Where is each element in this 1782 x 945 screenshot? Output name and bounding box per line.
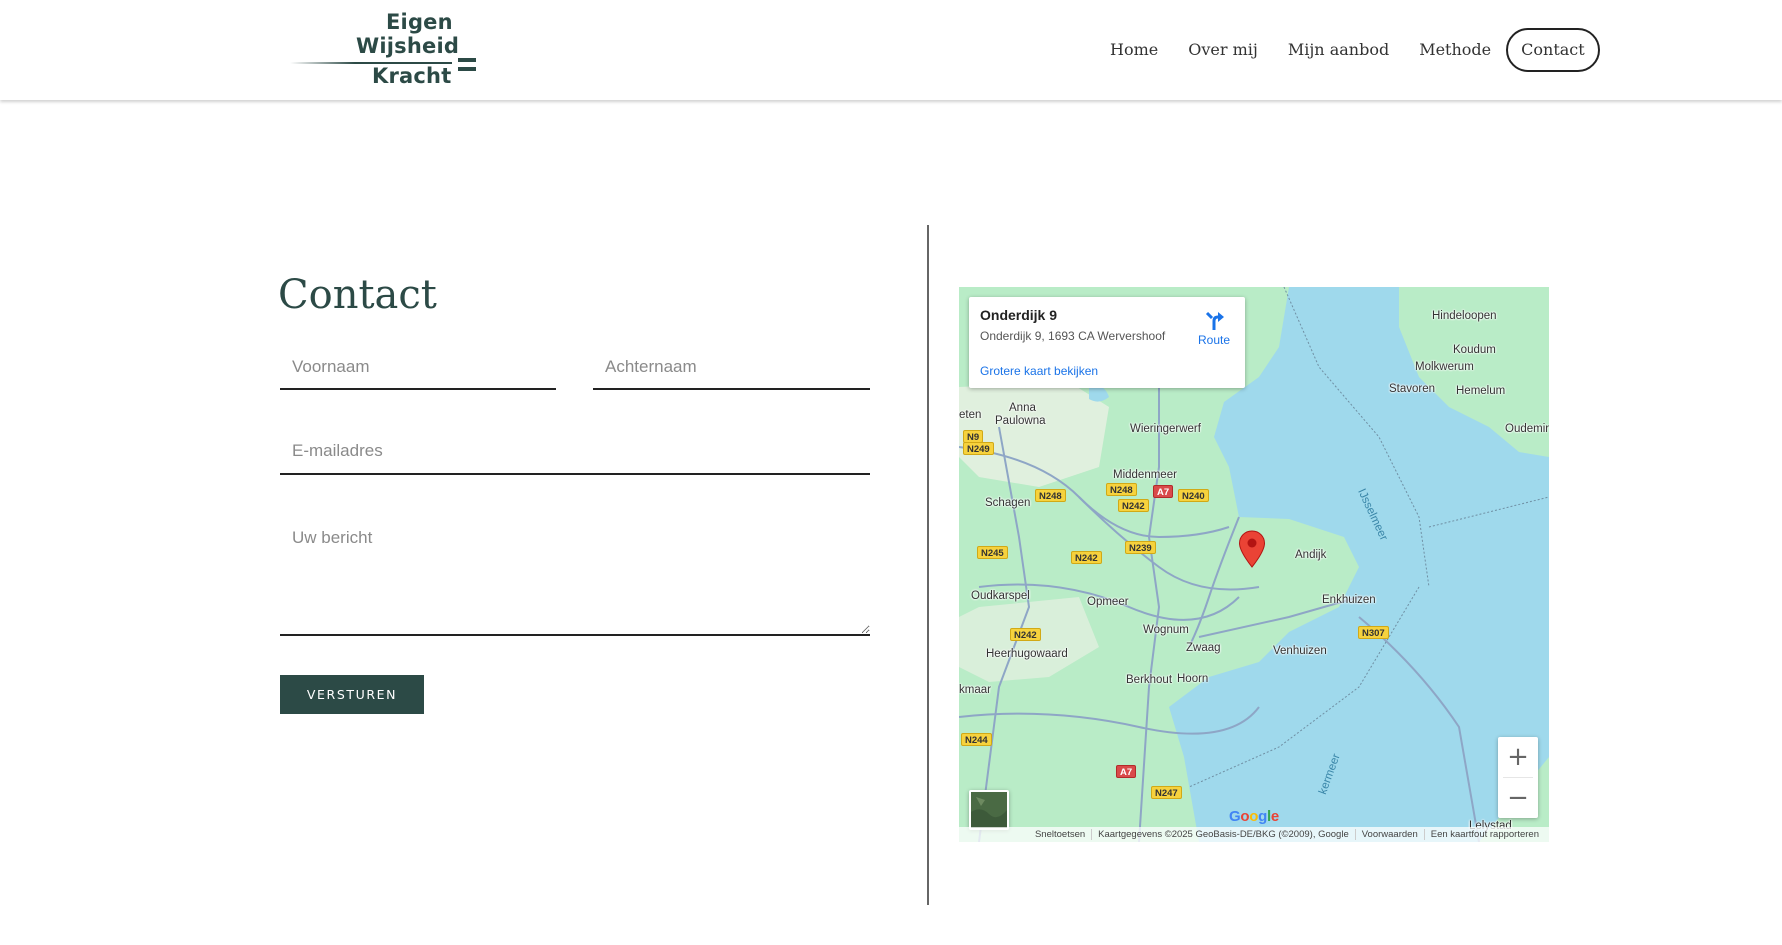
place-label: Opmeer	[1087, 596, 1129, 608]
road-shield: N307	[1358, 626, 1389, 639]
nav-contact[interactable]: Contact	[1506, 28, 1600, 72]
road-shield: N244	[961, 733, 992, 746]
road-shield: N242	[1010, 628, 1041, 641]
report-error-link[interactable]: Een kaartfout rapporteren	[1423, 829, 1545, 840]
logo-text-eigen: Eigen	[386, 10, 453, 34]
road-shield: N242	[1071, 551, 1102, 564]
submit-button[interactable]: VERSTUREN	[280, 675, 424, 714]
place-label: Hemelum	[1456, 385, 1506, 397]
nav-home[interactable]: Home	[1095, 28, 1173, 72]
place-label: kmaar	[959, 684, 991, 696]
place-label: Andijk	[1295, 549, 1327, 561]
terms-link[interactable]: Voorwaarden	[1354, 829, 1424, 840]
place-label: Oudemir	[1505, 423, 1549, 435]
place-label: Venhuizen	[1273, 645, 1327, 657]
place-label: Wognum	[1143, 624, 1189, 636]
keyboard-shortcuts-link[interactable]: Sneltoetsen	[1029, 829, 1091, 840]
place-label: Oudkarspel	[971, 590, 1030, 602]
nav-methode[interactable]: Methode	[1404, 28, 1506, 72]
logo-equals-icon	[458, 58, 476, 72]
google-map[interactable]: Hindeloopen Koudum Molkwerum Stavoren He…	[959, 287, 1549, 842]
map-attribution-bar: Sneltoetsen Kaartgegevens ©2025 GeoBasis…	[959, 827, 1549, 842]
road-shield: N248	[1106, 483, 1137, 496]
zoom-control: + −	[1498, 737, 1538, 818]
place-label: Koudum	[1453, 344, 1496, 356]
road-shield: N249	[963, 442, 994, 455]
google-logo: Google	[1229, 808, 1279, 825]
road-shield: N239	[1125, 541, 1156, 554]
map-data-credit: Kaartgegevens ©2025 GeoBasis-DE/BKG (©20…	[1091, 829, 1355, 840]
place-label: Heerhugowaard	[986, 648, 1068, 660]
place-label: Berkhout	[1126, 674, 1173, 686]
route-button[interactable]: Route	[1191, 309, 1237, 347]
logo-text-kracht: Kracht	[372, 64, 452, 88]
place-label: Wieringerwerf	[1130, 423, 1201, 435]
road-shield: A7	[1153, 485, 1174, 498]
place-label: Stavoren	[1389, 383, 1436, 395]
road-shield: N242	[1118, 499, 1149, 512]
route-label: Route	[1197, 333, 1231, 347]
email-field[interactable]	[280, 429, 870, 475]
place-label: Schagen	[985, 497, 1031, 509]
larger-map-link[interactable]: Grotere kaart bekijken	[980, 364, 1098, 378]
road-shield: N247	[1151, 786, 1182, 799]
main-nav: Home Over mij Mijn aanbod Methode Contac…	[1095, 28, 1600, 72]
place-label: Zwaag	[1186, 642, 1221, 654]
site-logo[interactable]: Eigen Wijsheid Kracht	[290, 10, 480, 90]
logo-text-wijsheid: Wijsheid	[356, 34, 460, 58]
directions-icon	[1205, 311, 1224, 330]
road-shield: N240	[1178, 489, 1209, 502]
location-pin-icon[interactable]	[1238, 530, 1266, 568]
site-header: Eigen Wijsheid Kracht Home Over mij Mijn…	[0, 0, 1782, 100]
satellite-thumbnail-icon	[971, 792, 1007, 828]
first-name-field[interactable]	[280, 345, 556, 390]
zoom-in-button[interactable]: +	[1498, 737, 1538, 777]
message-field[interactable]	[280, 516, 870, 636]
satellite-layer-toggle[interactable]	[969, 790, 1009, 830]
road-shield: A7	[1116, 765, 1137, 778]
contact-title: Contact	[278, 272, 437, 318]
place-label: Paulowna	[995, 415, 1046, 427]
map-info-card: Onderdijk 9 Onderdijk 9, 1693 CA Wervers…	[969, 297, 1245, 388]
place-label: Molkwerum	[1415, 361, 1474, 373]
column-divider	[927, 225, 929, 905]
road-shield: N245	[977, 546, 1008, 559]
place-label: Hindeloopen	[1432, 310, 1497, 322]
place-label: eten	[959, 409, 982, 421]
map-place-title: Onderdijk 9	[980, 307, 1058, 323]
place-label: Middenmeer	[1113, 469, 1177, 481]
road-shield: N248	[1035, 489, 1066, 502]
nav-over-mij[interactable]: Over mij	[1173, 28, 1273, 72]
place-label: Enkhuizen	[1322, 594, 1376, 606]
map-place-address: Onderdijk 9, 1693 CA Wervershoof	[980, 329, 1166, 343]
last-name-field[interactable]	[593, 345, 870, 390]
nav-mijn-aanbod[interactable]: Mijn aanbod	[1273, 28, 1404, 72]
place-label: Anna	[1009, 402, 1036, 414]
zoom-out-button[interactable]: −	[1498, 778, 1538, 818]
place-label: Hoorn	[1177, 673, 1209, 685]
